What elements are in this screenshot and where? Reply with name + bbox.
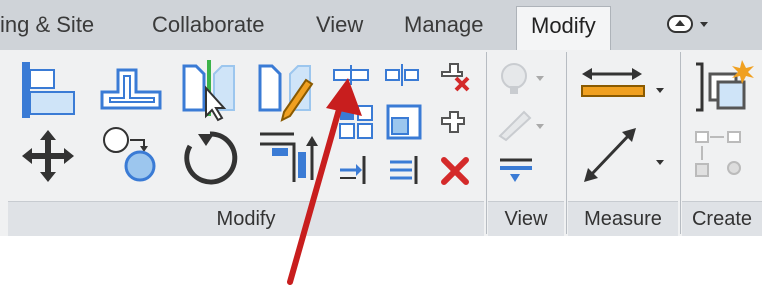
panel-title-view[interactable]: View — [488, 201, 564, 236]
paint-icon[interactable] — [494, 104, 556, 142]
unpin-icon[interactable] — [436, 58, 472, 92]
panel-title-measure[interactable]: Measure — [568, 201, 678, 236]
aligned-dimension-icon[interactable] — [576, 62, 672, 106]
mirror-pick-axis-icon[interactable] — [178, 58, 240, 122]
scale-icon[interactable] — [386, 104, 422, 140]
annotation-arrow-icon — [287, 78, 362, 285]
panel-title-create[interactable]: Create — [682, 201, 762, 236]
pin-icon[interactable] — [438, 108, 470, 136]
panel-separator — [680, 52, 681, 234]
quick-access-toolbar-icon[interactable] — [664, 10, 724, 40]
tab-manage[interactable]: Manage — [404, 12, 484, 38]
panel-separator — [486, 52, 487, 234]
align-icon[interactable] — [18, 60, 78, 122]
canvas-area — [0, 236, 762, 285]
copy-icon[interactable] — [100, 124, 162, 186]
delete-icon[interactable] — [440, 156, 470, 186]
tab-view[interactable]: View — [316, 12, 363, 38]
rotate-icon[interactable] — [180, 128, 240, 186]
ribbon-tab-bar: ing & Site Collaborate View Manage Modif… — [0, 0, 762, 51]
panel-separator — [566, 52, 567, 234]
linework-icon[interactable] — [496, 154, 536, 186]
trim-extend-multiple-icon[interactable] — [386, 154, 422, 186]
create-assembly-icon[interactable] — [690, 58, 760, 116]
split-with-gap-icon[interactable] — [384, 62, 420, 88]
override-graphics-icon[interactable] — [498, 58, 554, 98]
tab-collaborate[interactable]: Collaborate — [152, 12, 265, 38]
panel-title-modify[interactable]: Modify — [8, 201, 484, 236]
move-icon[interactable] — [20, 128, 76, 184]
offset-icon[interactable] — [98, 64, 164, 114]
create-group-icon[interactable] — [692, 128, 752, 186]
tab-modify[interactable]: Modify — [516, 6, 611, 50]
measure-between-references-icon[interactable] — [578, 124, 670, 186]
tab-massing-and-site[interactable]: ing & Site — [0, 12, 94, 38]
